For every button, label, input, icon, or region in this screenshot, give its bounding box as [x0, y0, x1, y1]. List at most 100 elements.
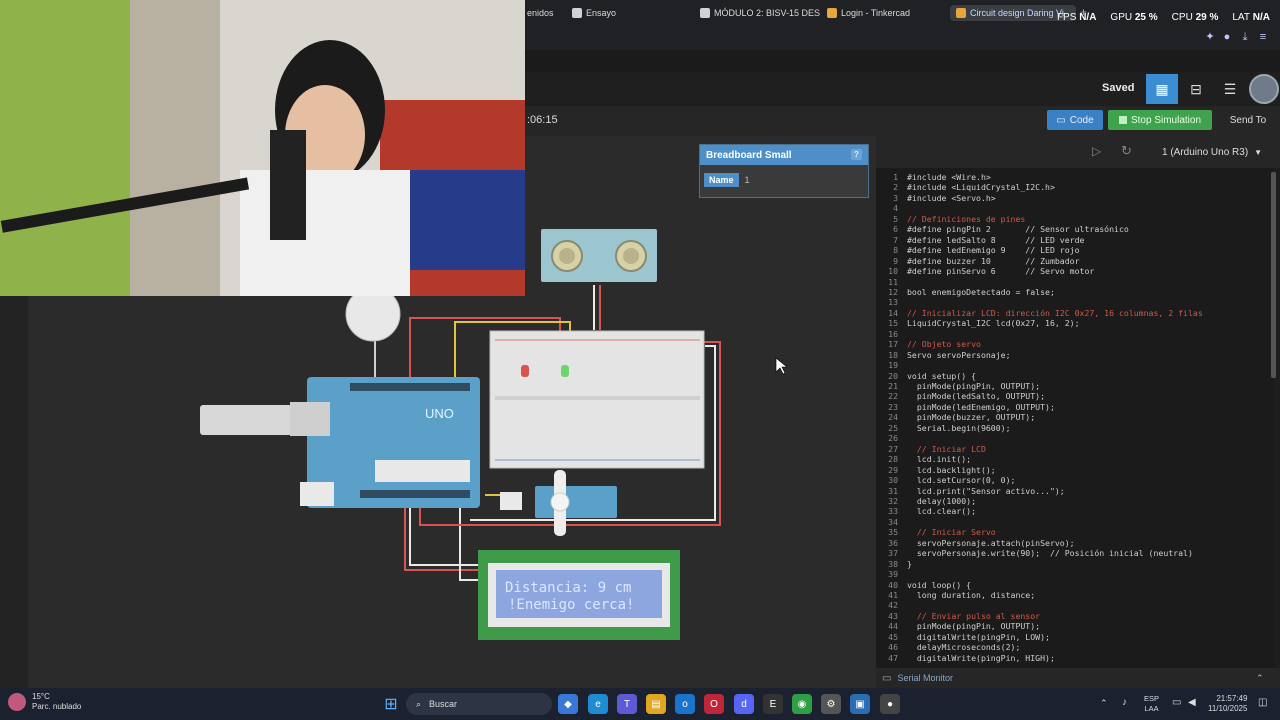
code-line[interactable]: 15 LiquidCrystal_I2C lcd(0x27, 16, 2); [876, 318, 1274, 329]
outlook-app-icon[interactable]: o [675, 694, 695, 714]
microphone-icon[interactable]: ♪ [1122, 697, 1127, 708]
code-line[interactable]: 9 #define buzzer 10 // Zumbador [876, 256, 1274, 267]
code-line[interactable]: 13 [876, 297, 1274, 308]
chrome-app-icon[interactable]: ◉ [792, 694, 812, 714]
code-line[interactable]: 42 [876, 600, 1274, 611]
start-button[interactable]: ⊞ [381, 694, 401, 714]
code-line[interactable]: 30 lcd.setCursor(0, 0); [876, 475, 1274, 486]
extension-icon[interactable]: ✦ [1203, 30, 1217, 44]
board-select[interactable]: 1 (Arduino Uno R3) ▼ [1154, 142, 1272, 162]
code-line[interactable]: 23 pinMode(ledEnemigo, OUTPUT); [876, 402, 1274, 413]
tray-chevron-icon[interactable]: ⌃ [1100, 698, 1108, 709]
opera-app-icon[interactable]: O [704, 694, 724, 714]
discord-app-icon[interactable]: d [734, 694, 754, 714]
language-indicator[interactable]: ESP LAA [1144, 694, 1159, 714]
code-line[interactable]: 5 // Definiciones de pines [876, 214, 1274, 225]
code-line[interactable]: 10 #define pinServo 6 // Servo motor [876, 266, 1274, 277]
line-number: 47 [888, 652, 898, 663]
code-line[interactable]: 26 [876, 433, 1274, 444]
volume-icon[interactable]: ◀ [1188, 697, 1196, 708]
circuit-view-button[interactable]: ▦ [1146, 74, 1178, 104]
epic-games-icon[interactable]: E [763, 694, 783, 714]
chevron-up-icon[interactable]: ⌃ [1256, 673, 1264, 684]
code-text: delayMicroseconds(2); [907, 642, 1021, 653]
code-line[interactable]: 17 // Objeto servo [876, 339, 1274, 350]
debug-icon[interactable]: ↻ [1121, 143, 1132, 159]
code-line[interactable]: 44 pinMode(pingPin, OUTPUT); [876, 621, 1274, 632]
code-line[interactable]: 32 delay(1000); [876, 496, 1274, 507]
obs-app-icon[interactable]: ● [880, 694, 900, 714]
code-line[interactable]: 19 [876, 360, 1274, 371]
code-button[interactable]: ▭ Code [1047, 110, 1103, 130]
code-line[interactable]: 3 #include <Servo.h> [876, 193, 1274, 204]
code-line[interactable]: 14 // Inicializar LCD: dirección I2C 0x27… [876, 308, 1274, 319]
code-line[interactable]: 31 lcd.print("Sensor activo..."); [876, 486, 1274, 497]
code-line[interactable]: 37 servoPersonaje.write(90); // Posición… [876, 548, 1274, 559]
store-app-icon[interactable]: ▣ [850, 694, 870, 714]
code-line[interactable]: 33 lcd.clear(); [876, 506, 1274, 517]
code-line[interactable]: 22 pinMode(ledSalto, OUTPUT); [876, 391, 1274, 402]
code-line[interactable]: 34 [876, 517, 1274, 528]
code-line[interactable]: 45 digitalWrite(pingPin, LOW); [876, 632, 1274, 643]
code-line[interactable]: 27 // Iniciar LCD [876, 444, 1274, 455]
send-to-button[interactable]: Send To [1222, 110, 1274, 130]
code-line[interactable]: 40 void loop() { [876, 580, 1274, 591]
code-line[interactable]: 38} [876, 559, 1274, 570]
system-clock[interactable]: 21:57:49 11/10/2025 [1208, 694, 1247, 714]
code-line[interactable]: 20 void setup() { [876, 371, 1274, 382]
code-line[interactable]: 18 Servo servoPersonaje; [876, 350, 1274, 361]
tab-login-tinkercad[interactable]: Login - Tinkercad [827, 5, 910, 21]
user-avatar[interactable] [1249, 74, 1279, 104]
taskbar-search[interactable]: ⌕ Buscar [406, 693, 552, 715]
code-line[interactable]: 24 pinMode(buzzer, OUTPUT); [876, 412, 1274, 423]
tab-ensayo[interactable]: Ensayo [572, 5, 616, 21]
download-icon[interactable]: ⤓ [1238, 30, 1252, 44]
edge-app-icon[interactable]: e [588, 694, 608, 714]
code-line[interactable]: 11 [876, 277, 1274, 288]
code-editor[interactable]: 1 #include <Wire.h> 2 #include <LiquidCryst… [876, 168, 1274, 668]
component-list-button[interactable]: ☰ [1214, 74, 1246, 104]
help-icon[interactable]: ? [851, 149, 862, 160]
line-number: 40 [888, 579, 898, 590]
code-line[interactable]: 8 #define ledEnemigo 9 // LED rojo [876, 245, 1274, 256]
schematic-view-button[interactable]: ⊟ [1180, 74, 1212, 104]
tab-modulo[interactable]: MÓDULO 2: BISV-15 DES [700, 5, 820, 21]
copilot-app-icon[interactable]: ◆ [558, 694, 578, 714]
code-line[interactable]: 28 lcd.init(); [876, 454, 1274, 465]
code-text: #define pinServo 6 // Servo motor [907, 266, 1095, 277]
code-line[interactable]: 36 servoPersonaje.attach(pinServo); [876, 538, 1274, 549]
code-line[interactable]: 2 #include <LiquidCrystal_I2C.h> [876, 182, 1274, 193]
code-line[interactable]: 41 long duration, distance; [876, 590, 1274, 601]
code-line[interactable]: 35 // Iniciar Servo [876, 527, 1274, 538]
weather-widget[interactable]: 15°C Parc. nublado [8, 692, 81, 712]
code-line[interactable]: 46 delayMicroseconds(2); [876, 642, 1274, 653]
code-line[interactable]: 39 [876, 569, 1274, 580]
stop-simulation-button[interactable]: Stop Simulation [1108, 110, 1212, 130]
serial-monitor-bar[interactable]: ▭ Serial Monitor ⌃ [876, 668, 1280, 688]
lcd-line-2: !Enemigo cerca! [508, 597, 634, 613]
code-line[interactable]: 1 #include <Wire.h> [876, 172, 1274, 183]
notifications-icon[interactable]: ◫ [1258, 697, 1267, 708]
name-input[interactable]: 1 [745, 175, 750, 185]
tab-contenidos[interactable]: enidos [527, 5, 554, 21]
code-line[interactable]: 29 lcd.backlight(); [876, 465, 1274, 476]
tinkercad-icon [827, 8, 837, 18]
code-scrollbar[interactable] [1271, 172, 1276, 378]
file-explorer-icon[interactable]: ▤ [646, 694, 666, 714]
code-line[interactable]: 4 [876, 203, 1274, 214]
code-line[interactable]: 16 [876, 329, 1274, 340]
settings-app-icon[interactable]: ⚙ [821, 694, 841, 714]
teams-app-icon[interactable]: T [617, 694, 637, 714]
code-line[interactable]: 21 pinMode(pingPin, OUTPUT); [876, 381, 1274, 392]
code-text: pinMode(ledSalto, OUTPUT); [907, 391, 1046, 402]
network-icon[interactable]: ▭ [1172, 697, 1181, 708]
menu-icon[interactable]: ≡ [1256, 30, 1270, 44]
upload-icon[interactable]: ▷ [1092, 144, 1101, 158]
code-line[interactable]: 6 #define pingPin 2 // Sensor ultrasónico [876, 224, 1274, 235]
code-line[interactable]: 7 #define ledSalto 8 // LED verde [876, 235, 1274, 246]
code-line[interactable]: 12 bool enemigoDetectado = false; [876, 287, 1274, 298]
code-line[interactable]: 25 Serial.begin(9600); [876, 423, 1274, 434]
code-line[interactable]: 43 // Enviar pulso al sensor [876, 611, 1274, 622]
profile-icon[interactable]: ● [1220, 30, 1234, 44]
code-line[interactable]: 47 digitalWrite(pingPin, HIGH); [876, 653, 1274, 664]
